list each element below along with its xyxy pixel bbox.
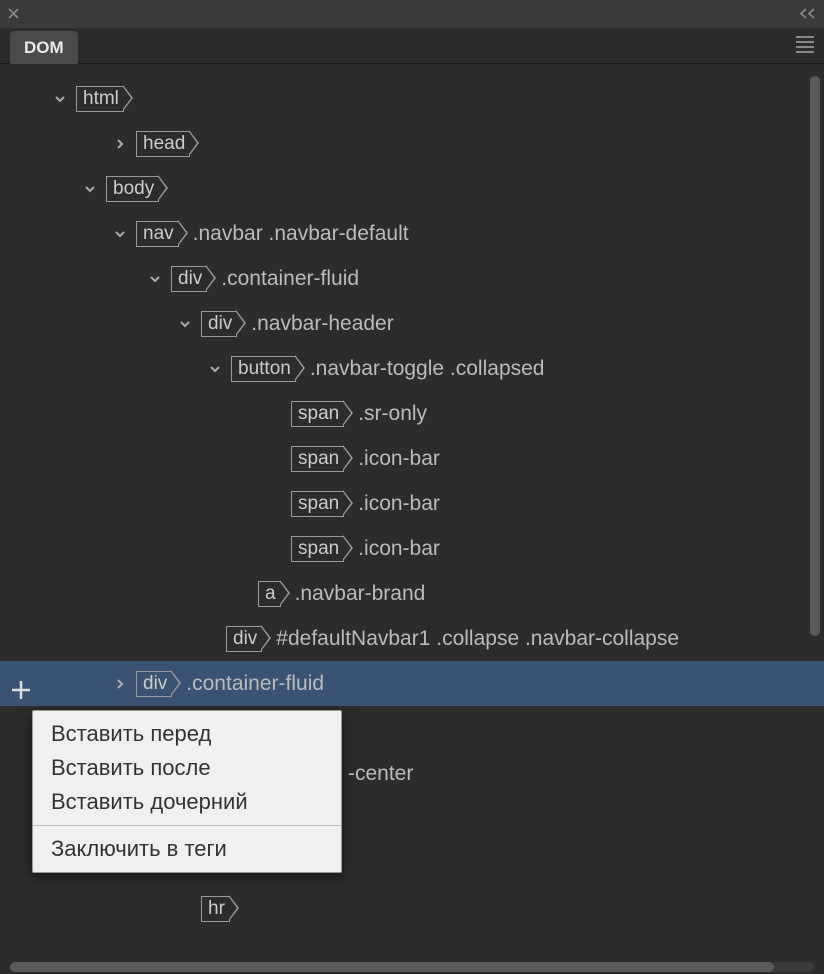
tree-row[interactable]: span .icon-bar [0, 481, 824, 526]
chevron-placeholder [265, 404, 285, 424]
tag-badge[interactable]: span [291, 536, 344, 562]
context-menu-item[interactable]: Вставить после [33, 751, 341, 785]
context-menu-item[interactable]: Вставить дочерний [33, 785, 341, 819]
tag-badge[interactable]: span [291, 446, 344, 472]
tag-badge[interactable]: nav [136, 221, 179, 247]
tag-name: div [178, 268, 204, 290]
tree-row[interactable]: div .container-fluid [0, 661, 824, 706]
tag-badge[interactable]: html [76, 86, 124, 112]
tag-name: span [298, 538, 341, 560]
horizontal-scrollbar-thumb[interactable] [10, 962, 774, 972]
tree-row[interactable]: button .navbar-toggle .collapsed [0, 346, 824, 391]
tag-classes: .icon-bar [358, 537, 440, 561]
tag-badge[interactable]: span [291, 401, 344, 427]
tag-name: span [298, 493, 341, 515]
chevron-down-icon[interactable] [50, 89, 70, 109]
tag-badge[interactable]: head [136, 131, 190, 157]
tree-row[interactable]: hr [0, 886, 824, 931]
tree-row[interactable]: head [0, 121, 824, 166]
chevron-placeholder [175, 899, 195, 919]
tag-name: nav [143, 223, 176, 245]
horizontal-scrollbar-track[interactable] [10, 962, 814, 972]
tag-name: button [238, 358, 293, 380]
tag-name: html [83, 88, 121, 110]
tree-row[interactable]: span .sr-only [0, 391, 824, 436]
dom-tree: html head body nav .navbar .navbar-default di… [0, 64, 824, 960]
tag-badge[interactable]: div [136, 671, 172, 697]
tag-name: div [143, 673, 169, 695]
tag-classes: -center [348, 762, 413, 786]
tag-classes: .icon-bar [358, 447, 440, 471]
tag-name: span [298, 403, 341, 425]
tag-name: head [143, 133, 187, 155]
chevron-down-icon[interactable] [110, 224, 130, 244]
panel-titlebar [0, 0, 824, 28]
tag-badge[interactable]: body [106, 176, 159, 202]
tree-row[interactable]: div #defaultNavbar1 .collapse .navbar-col… [0, 616, 824, 661]
tree-row[interactable]: nav .navbar .navbar-default [0, 211, 824, 256]
tag-name: div [233, 628, 259, 650]
tab-dom[interactable]: DOM [10, 31, 78, 64]
tag-name: body [113, 178, 156, 200]
chevron-placeholder [265, 449, 285, 469]
tag-classes: #defaultNavbar1 .collapse .navbar-collap… [276, 627, 679, 651]
tag-badge[interactable]: span [291, 491, 344, 517]
tag-classes: .navbar-header [251, 312, 393, 336]
collapse-panel-icon[interactable] [800, 6, 816, 22]
tag-name: div [208, 313, 234, 335]
chevron-right-icon[interactable] [110, 134, 130, 154]
tree-row[interactable]: span .icon-bar [0, 436, 824, 481]
tag-classes: .container-fluid [221, 267, 359, 291]
context-menu-item[interactable]: Вставить перед [33, 717, 341, 751]
tag-classes: .navbar .navbar-default [193, 222, 409, 246]
tag-badge[interactable]: a [258, 581, 281, 607]
context-menu-item[interactable]: Заключить в теги [33, 832, 341, 866]
chevron-down-icon[interactable] [145, 269, 165, 289]
tree-row[interactable]: div .container-fluid [0, 256, 824, 301]
chevron-placeholder [200, 629, 220, 649]
tree-row[interactable]: body [0, 166, 824, 211]
chevron-placeholder [265, 539, 285, 559]
tag-name: span [298, 448, 341, 470]
chevron-down-icon[interactable] [175, 314, 195, 334]
vertical-scrollbar[interactable] [810, 76, 820, 636]
tree-row[interactable]: a .navbar-brand [0, 571, 824, 616]
add-element-button[interactable] [6, 675, 36, 705]
tag-badge[interactable]: div [171, 266, 207, 292]
tree-row[interactable]: div .navbar-header [0, 301, 824, 346]
tag-name: hr [208, 898, 227, 920]
context-menu-divider [33, 825, 341, 826]
tag-badge[interactable]: hr [201, 896, 230, 922]
tag-badge[interactable]: div [201, 311, 237, 337]
chevron-right-icon[interactable] [110, 674, 130, 694]
tag-classes: .container-fluid [186, 672, 324, 696]
context-menu: Вставить передВставить послеВставить доч… [32, 710, 342, 873]
tag-classes: .navbar-toggle .collapsed [310, 357, 545, 381]
tag-classes: .navbar-brand [295, 582, 426, 606]
chevron-down-icon[interactable] [205, 359, 225, 379]
tag-badge[interactable]: button [231, 356, 296, 382]
tag-classes: .icon-bar [358, 492, 440, 516]
tag-classes: .sr-only [358, 402, 427, 426]
chevron-placeholder [232, 584, 252, 604]
close-panel-icon[interactable] [8, 6, 19, 22]
tree-row[interactable]: span .icon-bar [0, 526, 824, 571]
tree-row[interactable]: html [0, 76, 824, 121]
tag-badge[interactable]: div [226, 626, 262, 652]
tag-name: a [265, 583, 278, 605]
tabbar: DOM [0, 28, 824, 64]
chevron-placeholder [265, 494, 285, 514]
panel-menu-icon[interactable] [796, 36, 814, 63]
chevron-down-icon[interactable] [80, 179, 100, 199]
